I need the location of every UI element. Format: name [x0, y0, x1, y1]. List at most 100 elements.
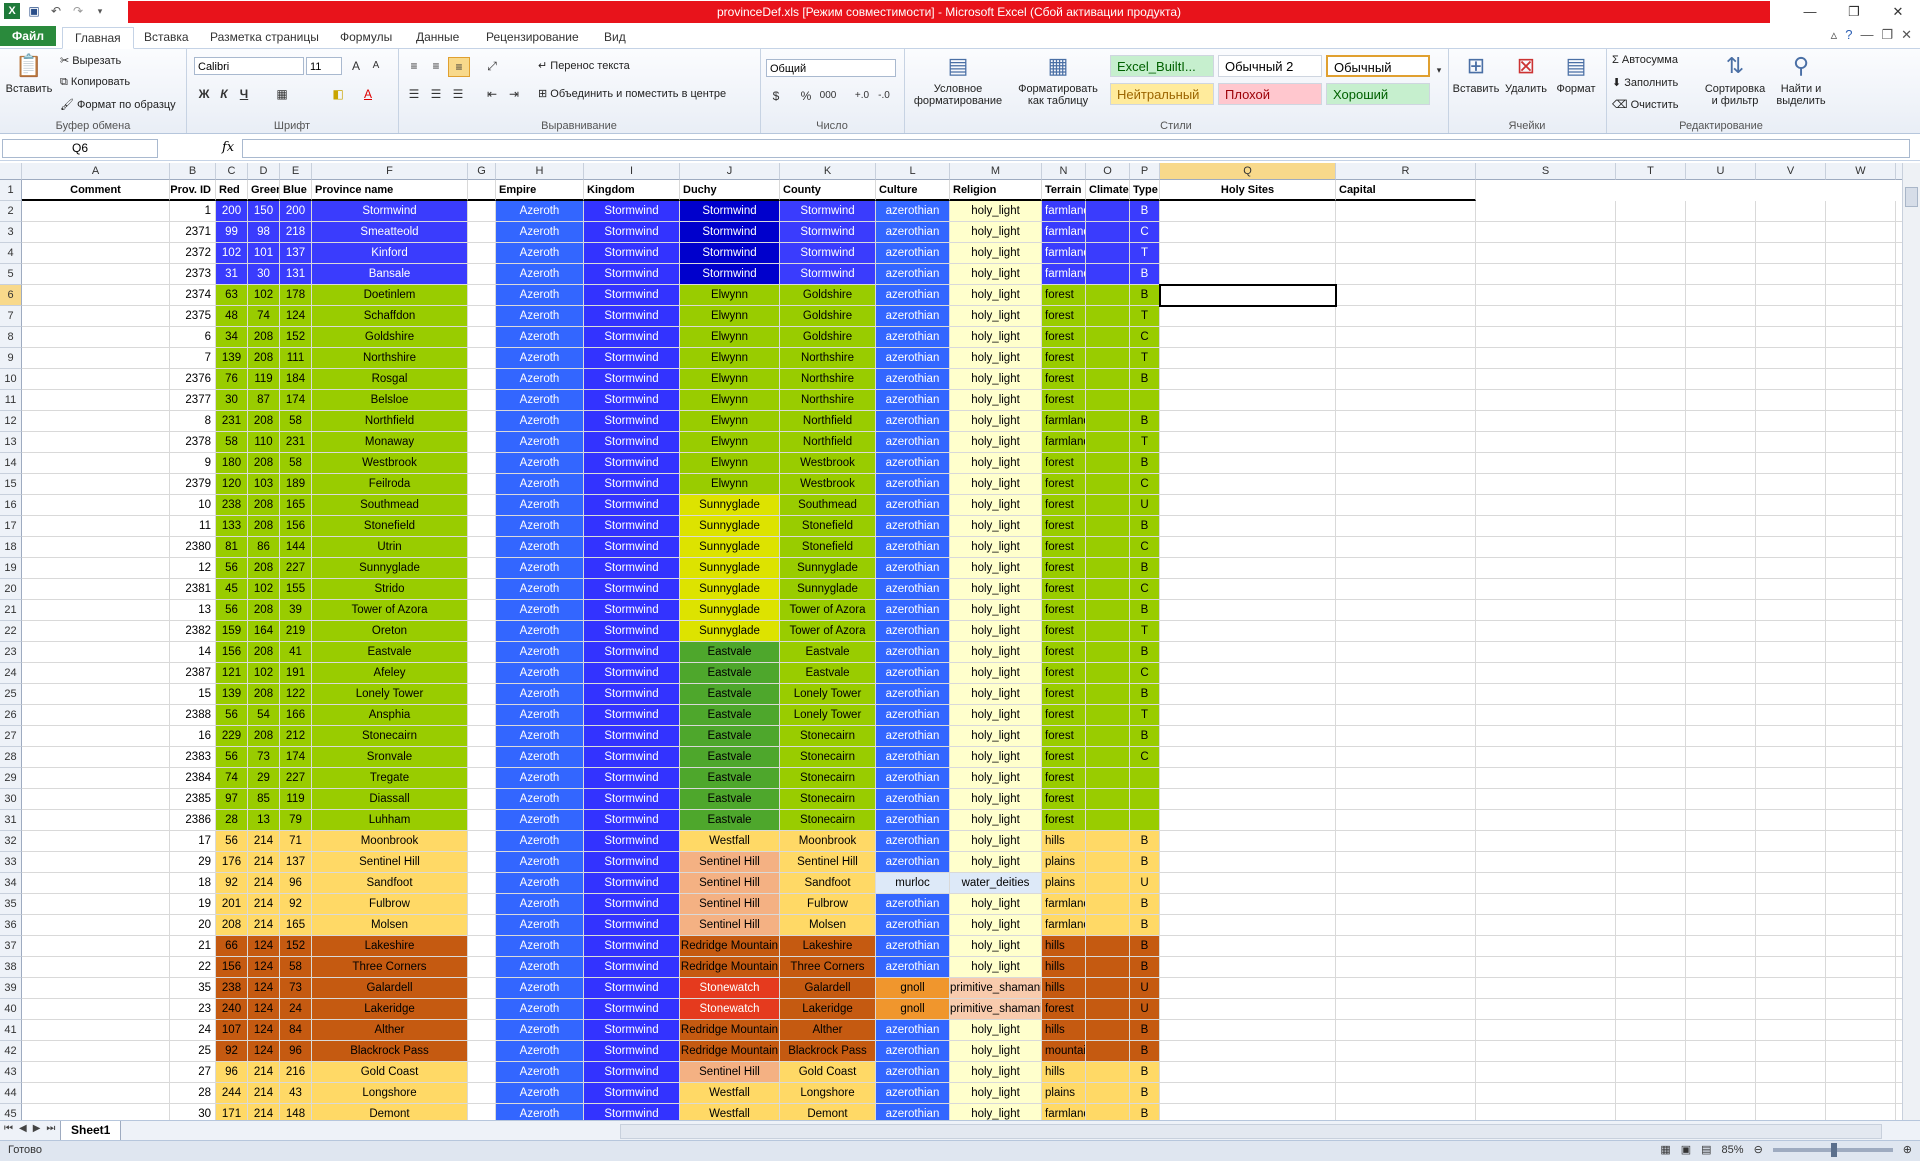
empire-cell[interactable]: Azeroth — [496, 1083, 584, 1104]
empty-cell[interactable] — [1160, 894, 1336, 915]
prov-id-cell[interactable]: 15 — [170, 684, 216, 705]
empty-cell[interactable] — [1686, 453, 1756, 474]
comment-cell[interactable] — [22, 894, 170, 915]
county-cell[interactable]: Northshire — [780, 390, 876, 411]
comment-cell[interactable] — [22, 201, 170, 222]
empty-cell[interactable] — [1686, 516, 1756, 537]
comment-cell[interactable] — [22, 726, 170, 747]
terrain-cell[interactable]: farmlands — [1042, 201, 1086, 222]
kingdom-cell[interactable]: Stormwind — [584, 621, 680, 642]
empire-cell[interactable]: Azeroth — [496, 894, 584, 915]
empty-cell[interactable] — [1160, 285, 1336, 306]
empty-cell[interactable] — [1756, 621, 1826, 642]
empty-cell[interactable] — [1686, 432, 1756, 453]
terrain-cell[interactable]: hills — [1042, 978, 1086, 999]
next-sheet-icon[interactable]: ▶ — [33, 1123, 41, 1134]
county-cell[interactable]: Molsen — [780, 915, 876, 936]
religion-cell[interactable]: primitive_shamanism — [950, 999, 1042, 1020]
wrap-text-button[interactable]: ↵ Перенос текста — [538, 59, 630, 72]
empty-cell[interactable] — [1160, 243, 1336, 264]
empty-cell[interactable] — [1336, 957, 1476, 978]
comment-cell[interactable] — [22, 747, 170, 768]
conditional-formatting-button[interactable]: ▤ Условное форматирование — [908, 51, 1008, 107]
empty-cell[interactable] — [1616, 390, 1686, 411]
empty-cell[interactable] — [1826, 957, 1896, 978]
empty-cell[interactable] — [1160, 915, 1336, 936]
climate-cell[interactable] — [1086, 642, 1130, 663]
province-name-cell[interactable]: Goldshire — [312, 327, 468, 348]
red-cell[interactable]: 231 — [216, 411, 248, 432]
green-cell[interactable]: 214 — [248, 915, 280, 936]
empire-cell[interactable]: Azeroth — [496, 558, 584, 579]
empty-cell[interactable] — [1616, 810, 1686, 831]
empire-cell[interactable]: Azeroth — [496, 537, 584, 558]
blue-cell[interactable]: 92 — [280, 894, 312, 915]
empty-cell[interactable] — [1686, 915, 1756, 936]
climate-cell[interactable] — [1086, 705, 1130, 726]
insert-function-icon[interactable]: fx — [222, 140, 234, 155]
empty-cell[interactable] — [1756, 936, 1826, 957]
empty-cell[interactable] — [1686, 642, 1756, 663]
empty-cell[interactable] — [1756, 978, 1826, 999]
blue-cell[interactable]: 73 — [280, 978, 312, 999]
religion-cell[interactable]: holy_light — [950, 222, 1042, 243]
empty-cell[interactable] — [468, 747, 496, 768]
comment-cell[interactable] — [22, 684, 170, 705]
row-header-7[interactable]: 7 — [0, 306, 22, 327]
prov-id-cell[interactable]: 2385 — [170, 789, 216, 810]
empty-cell[interactable] — [1686, 600, 1756, 621]
terrain-cell[interactable]: mountains — [1042, 1041, 1086, 1062]
empty-cell[interactable] — [1336, 222, 1476, 243]
empty-cell[interactable] — [1756, 747, 1826, 768]
county-cell[interactable]: Lakeshire — [780, 936, 876, 957]
red-cell[interactable]: 133 — [216, 516, 248, 537]
empty-cell[interactable] — [1476, 390, 1616, 411]
empty-cell[interactable] — [1826, 537, 1896, 558]
province-name-cell[interactable]: Eastvale — [312, 642, 468, 663]
green-cell[interactable]: 29 — [248, 768, 280, 789]
blue-cell[interactable]: 219 — [280, 621, 312, 642]
prov-id-cell[interactable]: 27 — [170, 1062, 216, 1083]
blue-cell[interactable]: 227 — [280, 768, 312, 789]
duchy-cell[interactable]: Eastvale — [680, 705, 780, 726]
empty-cell[interactable] — [1826, 1104, 1896, 1120]
empty-cell[interactable] — [468, 411, 496, 432]
blue-cell[interactable]: 58 — [280, 453, 312, 474]
duchy-cell[interactable]: Sentinel Hill — [680, 1062, 780, 1083]
climate-cell[interactable] — [1086, 516, 1130, 537]
county-cell[interactable]: Stormwind — [780, 222, 876, 243]
empty-cell[interactable] — [1686, 768, 1756, 789]
kingdom-cell[interactable]: Stormwind — [584, 978, 680, 999]
empty-cell[interactable] — [1756, 789, 1826, 810]
empty-cell[interactable] — [1756, 999, 1826, 1020]
empty-cell[interactable] — [1476, 516, 1616, 537]
culture-cell[interactable]: azerothian — [876, 684, 950, 705]
terrain-cell[interactable]: forest — [1042, 705, 1086, 726]
empty-cell[interactable] — [1826, 600, 1896, 621]
kingdom-cell[interactable]: Stormwind — [584, 894, 680, 915]
kingdom-cell[interactable]: Stormwind — [584, 810, 680, 831]
green-cell[interactable]: 98 — [248, 222, 280, 243]
empty-cell[interactable] — [468, 327, 496, 348]
religion-cell[interactable]: holy_light — [950, 600, 1042, 621]
empty-cell[interactable] — [1756, 768, 1826, 789]
empire-cell[interactable]: Azeroth — [496, 516, 584, 537]
duchy-cell[interactable]: Sunnyglade — [680, 537, 780, 558]
blue-cell[interactable]: 156 — [280, 516, 312, 537]
province-name-cell[interactable]: Diassall — [312, 789, 468, 810]
red-cell[interactable]: 45 — [216, 579, 248, 600]
empty-cell[interactable] — [468, 222, 496, 243]
prov-id-cell[interactable]: 30 — [170, 1104, 216, 1120]
duchy-cell[interactable]: Eastvale — [680, 768, 780, 789]
religion-cell[interactable]: holy_light — [950, 642, 1042, 663]
empty-cell[interactable] — [1826, 621, 1896, 642]
prov-id-cell[interactable]: 2380 — [170, 537, 216, 558]
red-cell[interactable]: 121 — [216, 663, 248, 684]
column-header-H[interactable]: H — [496, 163, 584, 180]
kingdom-cell[interactable]: Stormwind — [584, 726, 680, 747]
type-cell[interactable]: B — [1130, 516, 1160, 537]
red-cell[interactable]: 96 — [216, 1062, 248, 1083]
prev-sheet-icon[interactable]: ◀ — [19, 1123, 27, 1134]
comment-cell[interactable] — [22, 768, 170, 789]
empty-cell[interactable] — [1160, 1104, 1336, 1120]
